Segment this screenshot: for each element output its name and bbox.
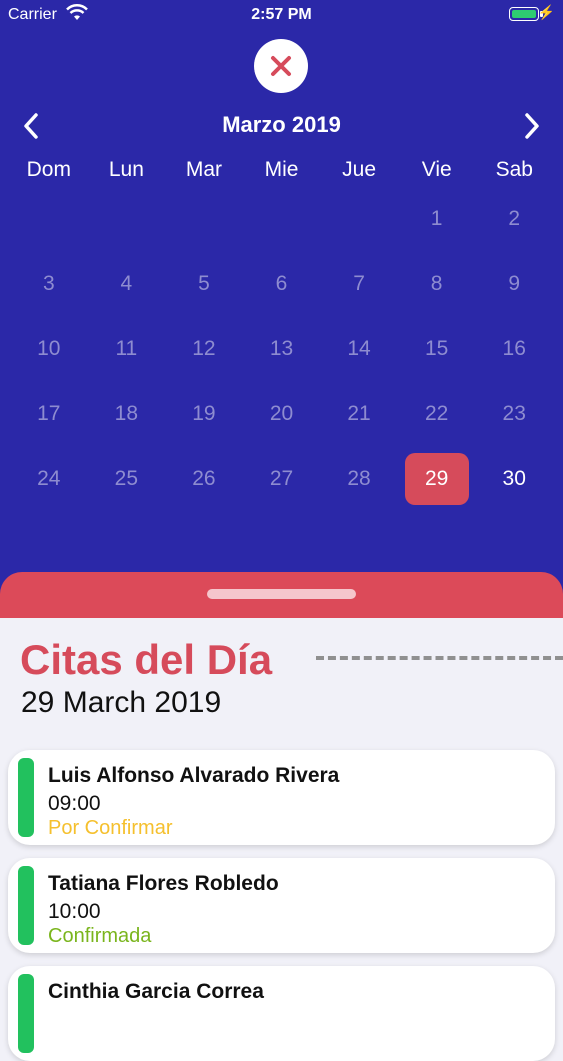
- calendar-panel: Carrier 2:57 PM ⚡ Marzo 2019 Dom Lun Mar…: [0, 0, 563, 620]
- calendar-day[interactable]: 10: [10, 316, 88, 381]
- calendar-day[interactable]: 7: [320, 251, 398, 316]
- appointment-time: 10:00: [48, 900, 101, 923]
- calendar-day[interactable]: 22: [398, 381, 476, 446]
- calendar-day[interactable]: 9: [475, 251, 553, 316]
- calendar-day[interactable]: 20: [243, 381, 321, 446]
- weekday-label: Jue: [342, 158, 377, 181]
- appointment-card[interactable]: Luis Alfonso Alvarado Rivera 09:00 Por C…: [8, 750, 555, 845]
- calendar-day[interactable]: 3: [10, 251, 88, 316]
- calendar-day[interactable]: 15: [398, 316, 476, 381]
- calendar-day[interactable]: 1: [398, 186, 476, 251]
- next-month-button[interactable]: [517, 108, 547, 144]
- calendar-day[interactable]: 16: [475, 316, 553, 381]
- charging-icon: ⚡: [537, 4, 555, 20]
- calendar-empty-cell: [165, 186, 243, 251]
- calendar-empty-cell: [10, 186, 88, 251]
- weekday-label: Mie: [264, 158, 299, 181]
- calendar-day[interactable]: 5: [165, 251, 243, 316]
- calendar-day[interactable]: 30: [475, 446, 553, 511]
- calendar-day[interactable]: 8: [398, 251, 476, 316]
- status-indicator: [18, 758, 34, 837]
- calendar-day[interactable]: 28: [320, 446, 398, 511]
- appointment-status: Confirmada: [48, 925, 152, 947]
- weekday-label: Dom: [26, 158, 71, 181]
- appointment-time: 09:00: [48, 792, 101, 815]
- appointment-card[interactable]: Tatiana Flores Robledo 10:00 Confirmada: [8, 858, 555, 953]
- dashed-divider: [316, 656, 563, 660]
- patient-name: Cinthia Garcia Correa: [48, 980, 264, 1003]
- selected-date: 29 March 2019: [21, 686, 222, 719]
- calendar-day-selected[interactable]: 29: [398, 446, 476, 511]
- drag-handle[interactable]: [207, 589, 356, 599]
- weekday-label: Mar: [185, 158, 223, 181]
- appointment-card[interactable]: Cinthia Garcia Correa: [8, 966, 555, 1061]
- calendar-empty-cell: [320, 186, 398, 251]
- selected-day-label: 29: [404, 452, 469, 505]
- close-icon: [271, 56, 291, 76]
- patient-name: Luis Alfonso Alvarado Rivera: [48, 764, 340, 787]
- weekday-label: Vie: [421, 158, 452, 181]
- calendar-day[interactable]: 27: [243, 446, 321, 511]
- close-button[interactable]: [254, 39, 308, 93]
- calendar-day[interactable]: 17: [10, 381, 88, 446]
- calendar-day[interactable]: 14: [320, 316, 398, 381]
- weekday-header: Dom Lun Mar Mie Jue Vie Sab: [10, 158, 553, 182]
- calendar-day[interactable]: 21: [320, 381, 398, 446]
- status-indicator: [18, 866, 34, 945]
- appointment-status: Por Confirmar: [48, 817, 173, 839]
- calendar-day[interactable]: 4: [88, 251, 166, 316]
- calendar-day[interactable]: 25: [88, 446, 166, 511]
- calendar-grid: 1 2 3 4 5 6 7 8 9 10 11 12 13 14 15 16 17 18 19 20 21 22 23 24 2…: [10, 186, 553, 511]
- status-bar: Carrier 2:57 PM ⚡: [0, 0, 563, 30]
- calendar-day[interactable]: 24: [10, 446, 88, 511]
- month-title: Marzo 2019: [222, 112, 341, 137]
- calendar-day[interactable]: 11: [88, 316, 166, 381]
- calendar-day[interactable]: 26: [165, 446, 243, 511]
- calendar-empty-cell: [88, 186, 166, 251]
- appointments-sheet: Citas del Día 29 March 2019 Luis Alfonso…: [0, 618, 563, 1061]
- calendar-day[interactable]: 12: [165, 316, 243, 381]
- calendar-day[interactable]: 13: [243, 316, 321, 381]
- weekday-label: Lun: [108, 158, 144, 181]
- weekday-label: Sab: [495, 158, 533, 181]
- section-title: Citas del Día: [20, 636, 273, 683]
- calendar-day[interactable]: 6: [243, 251, 321, 316]
- calendar-day[interactable]: 19: [165, 381, 243, 446]
- calendar-day[interactable]: 18: [88, 381, 166, 446]
- calendar-day[interactable]: 23: [475, 381, 553, 446]
- calendar-day[interactable]: 2: [475, 186, 553, 251]
- calendar-empty-cell: [243, 186, 321, 251]
- chevron-right-icon: [525, 113, 539, 139]
- status-indicator: [18, 974, 34, 1053]
- battery-icon: [509, 7, 543, 21]
- sheet-header[interactable]: [0, 572, 563, 618]
- status-time: 2:57 PM: [251, 6, 312, 23]
- patient-name: Tatiana Flores Robledo: [48, 872, 279, 895]
